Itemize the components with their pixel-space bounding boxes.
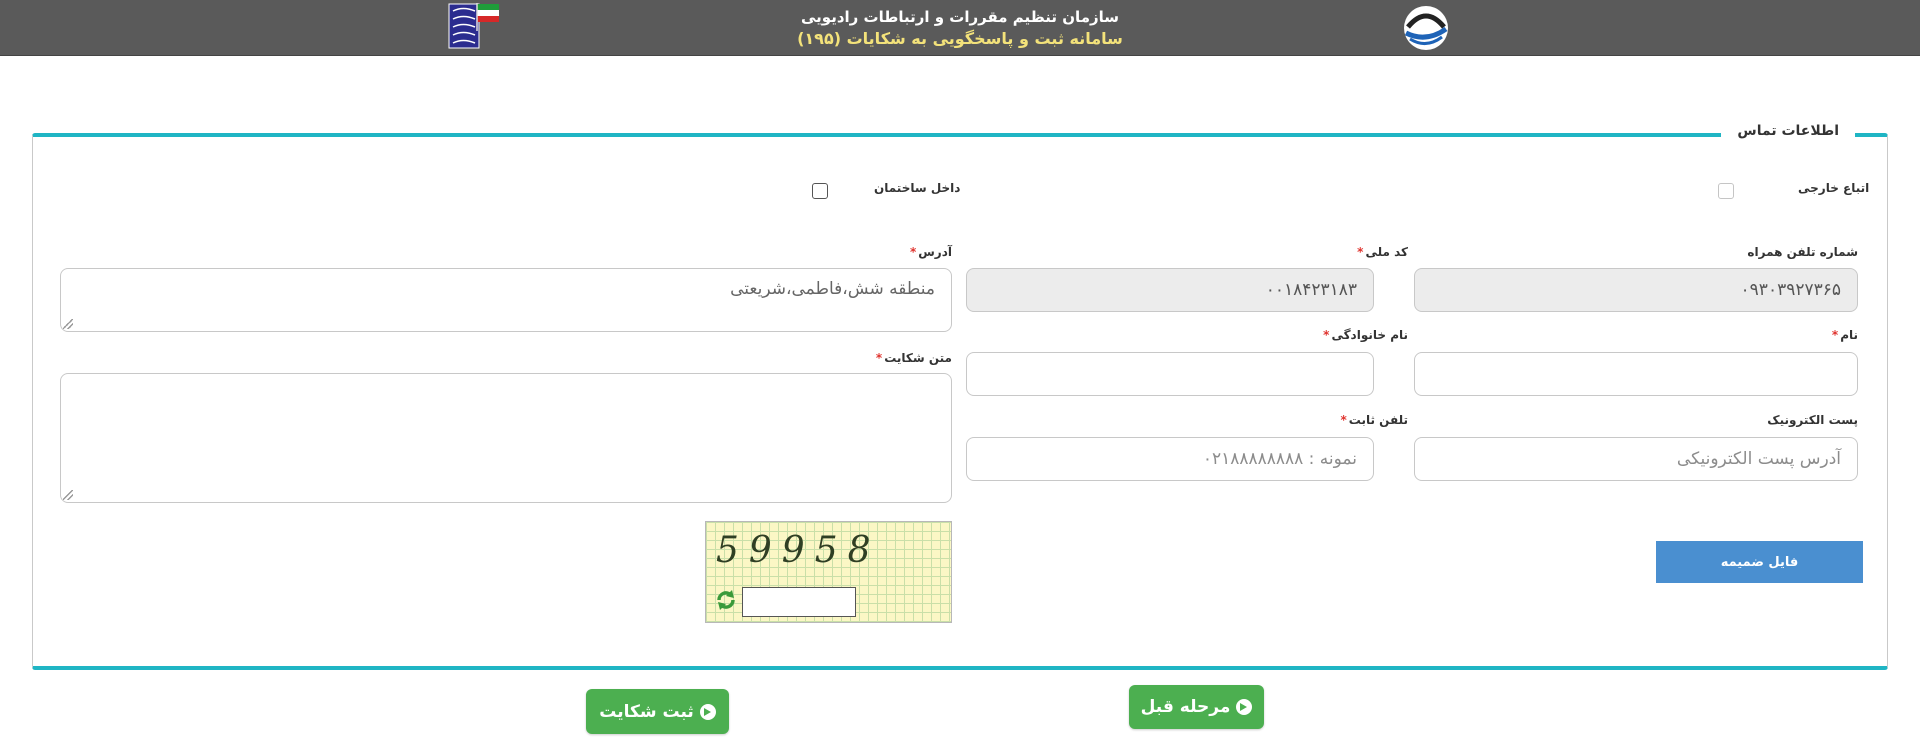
- system-title: سامانه ثبت و پاسخگویی به شکایات (۱۹۵): [797, 29, 1123, 48]
- national-code-field[interactable]: ۰۰۱۸۴۲۳۱۸۳: [966, 268, 1374, 312]
- previous-step-label: مرحله قبل: [1140, 697, 1231, 717]
- arrow-right-circle-icon: [1236, 699, 1253, 715]
- landline-label: تلفن ثابت*: [1340, 413, 1408, 427]
- address-textarea[interactable]: منطقه شش،فاطمی،شریعتی: [60, 268, 952, 332]
- foreign-national-label: اتباع خارجی: [1798, 181, 1870, 195]
- email-label: پست الکترونیک: [1767, 413, 1858, 427]
- complaint-textarea[interactable]: [60, 373, 952, 503]
- header-titles: سازمان تنظیم مقررات و ارتباطات رادیویی س…: [760, 6, 1160, 50]
- mobile-field[interactable]: ۰۹۳۰۳۹۲۷۳۶۵: [1414, 268, 1858, 312]
- refresh-icon[interactable]: [714, 588, 738, 612]
- submit-complaint-button[interactable]: ثبت شکایت: [586, 689, 729, 734]
- resize-grip-icon[interactable]: [63, 490, 73, 500]
- captcha-image: 59958: [716, 530, 881, 571]
- captcha-box: 59958: [705, 521, 952, 623]
- org-title: سازمان تنظیم مقررات و ارتباطات رادیویی: [800, 8, 1119, 26]
- first-name-field[interactable]: [1414, 352, 1858, 396]
- foreign-national-checkbox[interactable]: [1718, 183, 1734, 199]
- email-field[interactable]: آدرس پست الکترونیکی: [1414, 437, 1858, 481]
- last-name-field[interactable]: [966, 352, 1374, 396]
- app-header: سازمان تنظیم مقررات و ارتباطات رادیویی س…: [0, 0, 1920, 56]
- address-label: آدرس*: [909, 245, 952, 259]
- landline-field[interactable]: نمونه : ۰۲۱۸۸۸۸۸۸۸۸: [966, 437, 1374, 481]
- attach-file-button[interactable]: فایل ضمیمه: [1656, 541, 1863, 583]
- address-value: منطقه شش،فاطمی،شریعتی: [730, 279, 935, 299]
- ministry-emblem-icon: [447, 1, 507, 51]
- inside-building-checkbox[interactable]: [812, 183, 828, 199]
- section-legend: اطلاعات تماس: [1721, 123, 1855, 139]
- cra-logo-icon: [1400, 3, 1452, 53]
- complaint-text-label: متن شکایت*: [875, 351, 952, 365]
- previous-step-button[interactable]: مرحله قبل: [1129, 685, 1264, 729]
- captcha-input[interactable]: [742, 587, 856, 617]
- inside-building-label: داخل ساختمان: [874, 181, 961, 195]
- last-name-label: نام خانوادگی*: [1323, 328, 1408, 342]
- arrow-right-circle-icon: [699, 703, 716, 720]
- submit-complaint-label: ثبت شکایت: [599, 701, 694, 722]
- first-name-label: نام*: [1831, 328, 1858, 342]
- resize-grip-icon[interactable]: [63, 319, 73, 329]
- national-code-label: کد ملی*: [1357, 245, 1408, 259]
- mobile-label: شماره تلفن همراه: [1747, 245, 1858, 259]
